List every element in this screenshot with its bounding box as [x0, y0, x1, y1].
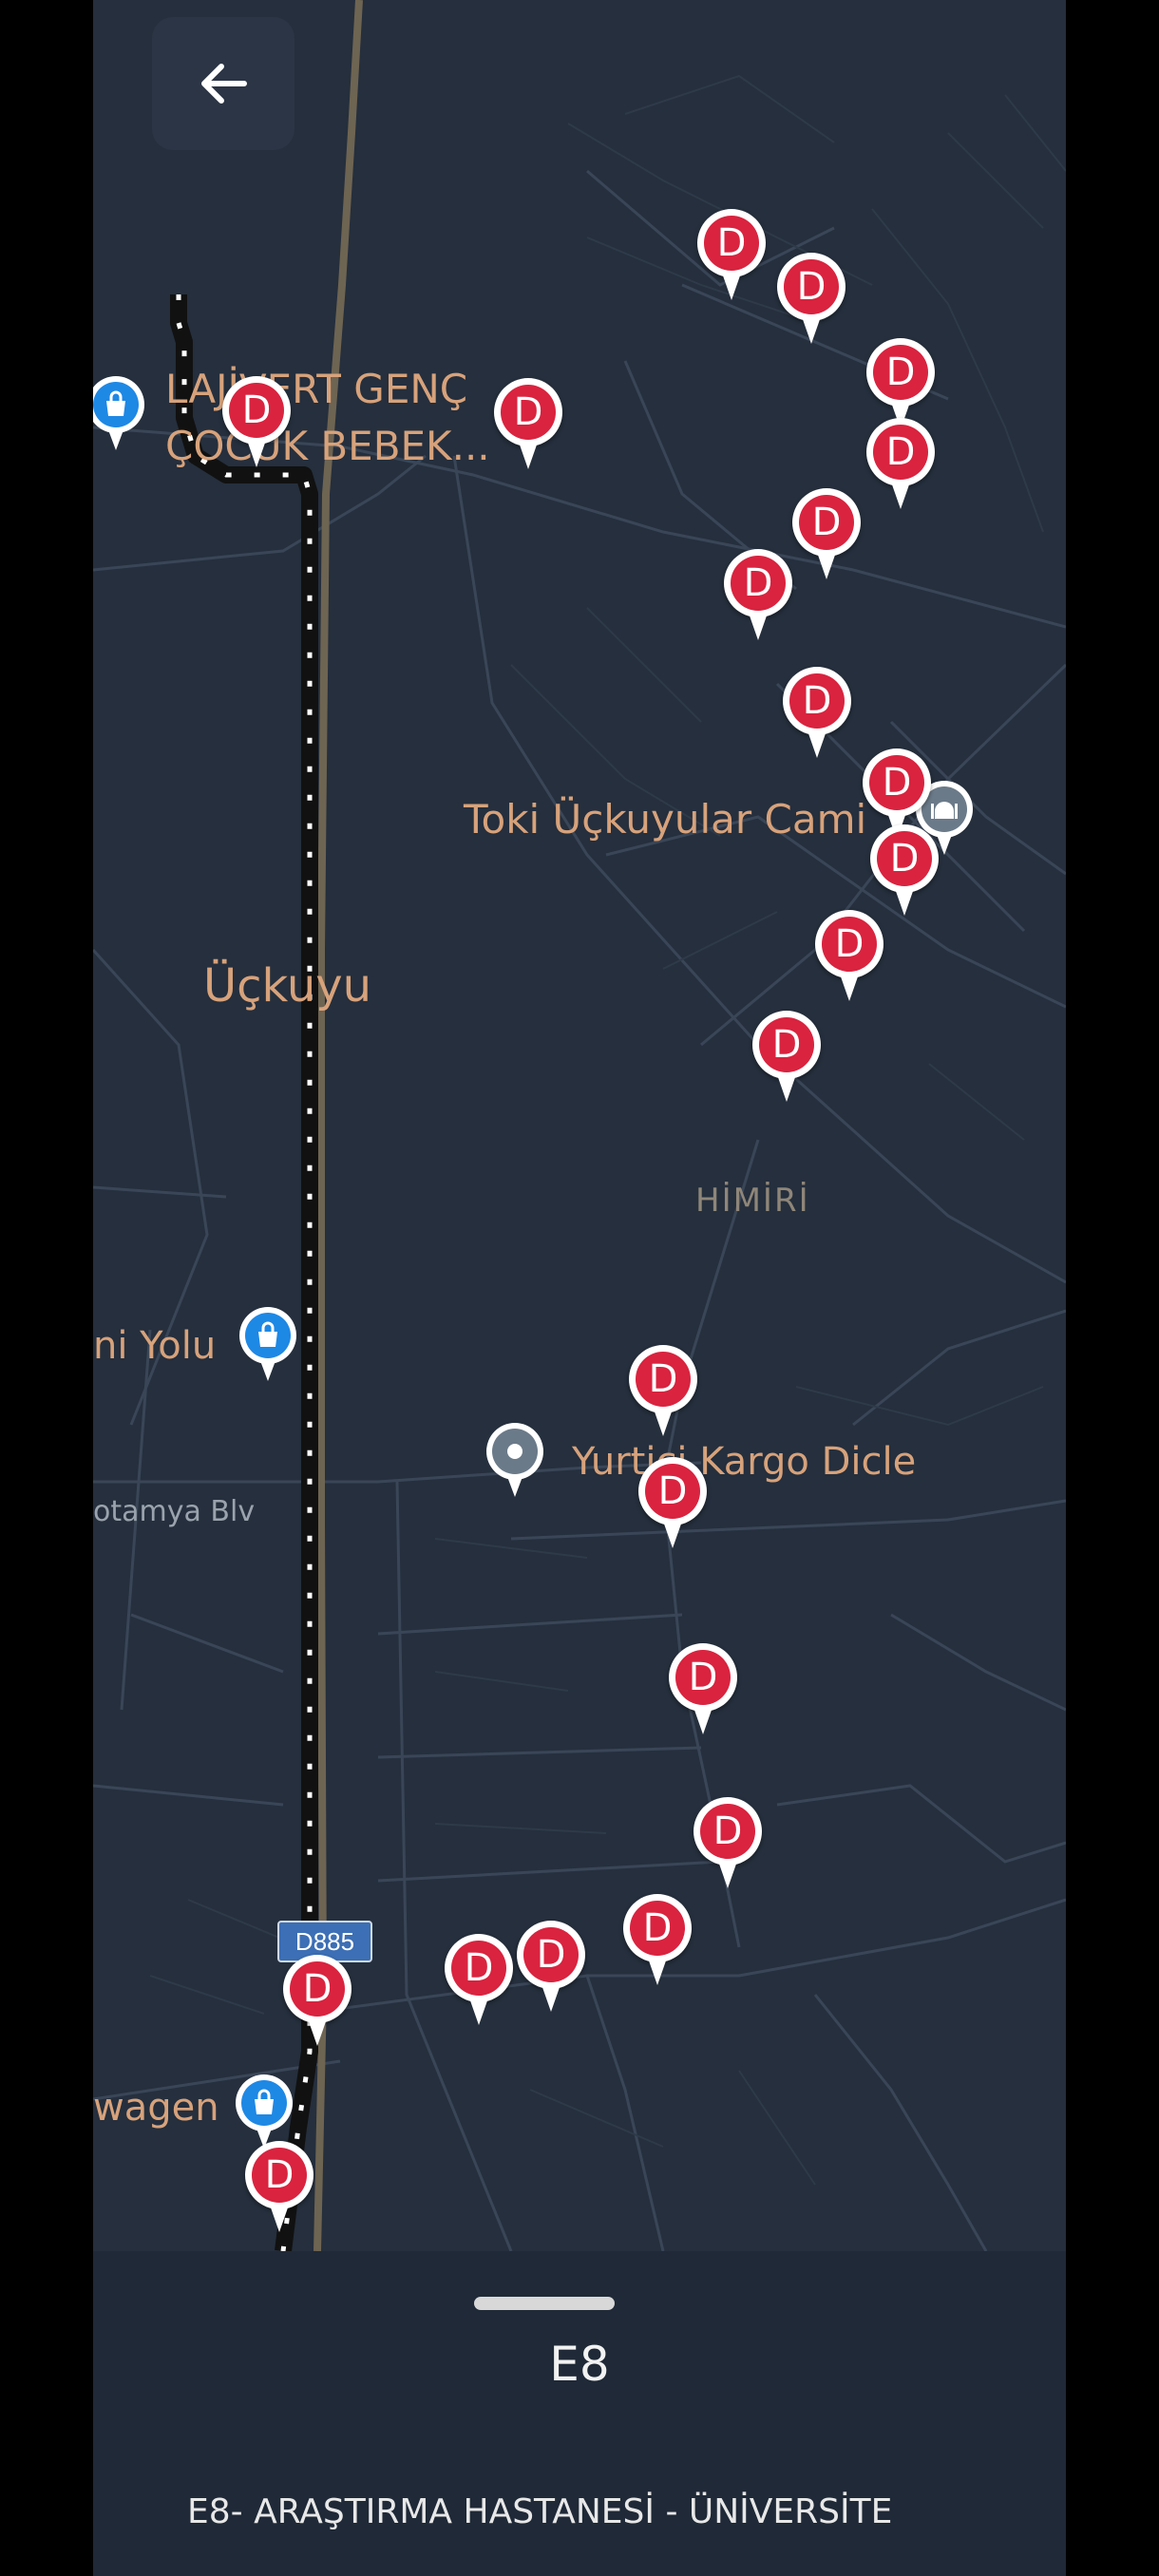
shopping-bag-icon — [245, 1313, 291, 1358]
district-label: Üçkuyu — [203, 959, 372, 1013]
bus-stop-marker[interactable]: D — [694, 1797, 762, 1892]
bus-stop-marker[interactable]: D — [724, 549, 792, 644]
bus-stop-marker[interactable]: D — [792, 488, 861, 583]
wagen-label: wagen — [93, 2086, 219, 2130]
bus-stop-marker[interactable]: D — [669, 1643, 737, 1738]
app-screen: LAJİVERT GENÇ ÇOCUK BEBEK... Toki Üçkuyu… — [93, 0, 1066, 2576]
bus-stop-marker[interactable]: D — [629, 1345, 697, 1440]
bus-stop-marker[interactable]: D — [638, 1457, 707, 1552]
bus-stop-marker[interactable]: D — [697, 209, 766, 304]
shopping-bag-icon — [93, 382, 139, 427]
bus-stop-marker[interactable]: D — [870, 824, 939, 919]
shop-poi-wagen[interactable] — [236, 2074, 293, 2150]
kargo-poi[interactable] — [486, 1423, 543, 1499]
neighborhood-label: HİMİRİ — [695, 1182, 810, 1220]
route-name: E8- ARAŞTIRMA HASTANESİ - ÜNİVERSİTE — [187, 2492, 893, 2531]
bus-stop-marker[interactable]: D — [494, 378, 562, 473]
bus-stop-marker[interactable]: D — [623, 1894, 692, 1989]
lajivert-label-line2: ÇOCUK BEBEK... — [165, 423, 490, 469]
shop-poi-yolu[interactable] — [239, 1307, 296, 1383]
shopping-bag-icon — [241, 2080, 287, 2126]
bus-stop-marker[interactable]: D — [783, 667, 851, 762]
bus-stop-marker[interactable]: D — [445, 1934, 513, 2029]
shop-poi-lajivert[interactable] — [93, 376, 144, 452]
arrow-left-icon — [201, 64, 247, 104]
bus-stop-marker[interactable]: D — [866, 418, 935, 513]
yolu-label: ni Yolu — [93, 1324, 217, 1368]
sheet-drag-handle[interactable] — [474, 2297, 615, 2310]
bus-stop-marker[interactable]: D — [815, 910, 884, 1005]
bus-stop-marker[interactable]: D — [777, 253, 846, 348]
route-bottom-sheet[interactable]: E8 E8- ARAŞTIRMA HASTANESİ - ÜNİVERSİTE — [93, 2251, 1066, 2576]
bus-stop-marker[interactable]: D — [245, 2141, 314, 2236]
toki-mosque-label: Toki Üçkuyular Cami — [464, 796, 867, 843]
bus-stop-marker[interactable]: D — [283, 1955, 352, 2050]
bus-stop-marker[interactable]: D — [222, 376, 291, 471]
bus-stop-marker[interactable]: D — [752, 1011, 821, 1106]
place-dot-icon — [492, 1429, 538, 1474]
bus-stop-marker[interactable]: D — [517, 1921, 585, 2016]
back-button[interactable] — [152, 17, 294, 150]
boulevard-label: otamya Blv — [93, 1495, 256, 1528]
lajivert-label-line1: LAJİVERT GENÇ — [165, 366, 468, 412]
route-code: E8 — [549, 2337, 610, 2392]
kargo-label: Yurtiçi Kargo Dicle — [572, 1440, 917, 1484]
map-view[interactable]: LAJİVERT GENÇ ÇOCUK BEBEK... Toki Üçkuyu… — [93, 0, 1066, 2251]
